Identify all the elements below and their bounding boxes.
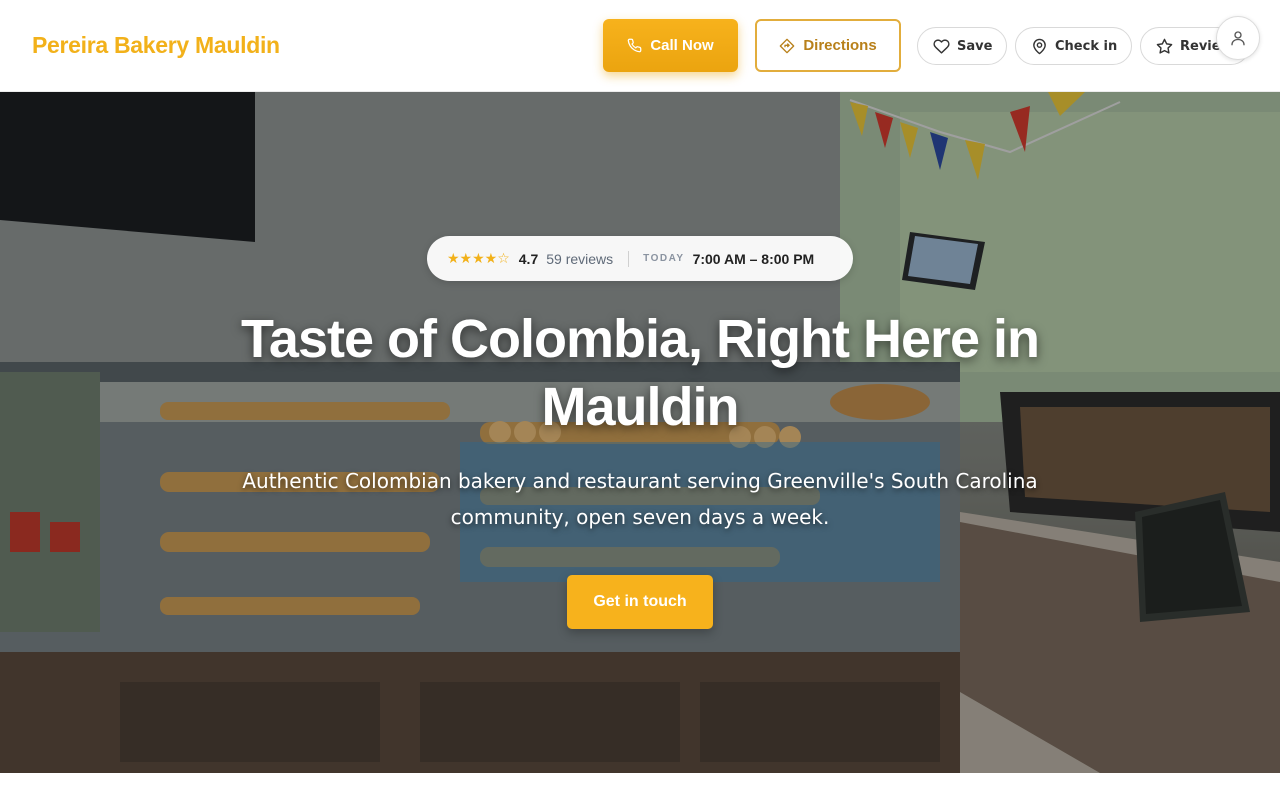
call-now-label: Call Now [650, 37, 714, 54]
account-button[interactable] [1216, 16, 1260, 60]
directions-icon [779, 38, 795, 53]
check-in-button[interactable]: Check in [1015, 27, 1132, 65]
user-icon [1231, 31, 1245, 46]
hero-subtitle: Authentic Colombian bakery and restauran… [242, 469, 1038, 529]
phone-icon [628, 38, 642, 53]
rating-hours-pill: ★★★★☆ 4.7 59 reviews TODAY 7:00 AM – 8:0… [427, 236, 853, 281]
site-header: Pereira Bakery Mauldin Call Now Directio… [0, 0, 1280, 92]
directions-button[interactable]: Directions [755, 19, 901, 72]
opening-hours: 7:00 AM – 8:00 PM [692, 250, 815, 267]
check-in-label: Check in [1055, 38, 1118, 54]
star-icon [1156, 38, 1173, 54]
brand-name[interactable]: Pereira Bakery Mauldin [32, 32, 280, 59]
call-now-button[interactable]: Call Now [603, 19, 738, 72]
get-in-touch-button[interactable]: Get in touch [567, 575, 713, 629]
hero-headline: Taste of Colombia, Right Here in Mauldin [240, 309, 1040, 437]
map-pin-icon [1033, 38, 1046, 54]
heart-icon [933, 38, 950, 54]
today-label: TODAY [643, 253, 685, 264]
hero-section: ★★★★☆ 4.7 59 reviews TODAY 7:00 AM – 8:0… [0, 92, 1280, 773]
save-button[interactable]: Save [917, 27, 1007, 65]
pill-divider [628, 250, 630, 267]
review-count[interactable]: 59 reviews [546, 251, 613, 267]
star-rating-icon: ★★★★☆ [447, 250, 510, 267]
directions-label: Directions [803, 37, 877, 54]
save-label: Save [957, 38, 993, 54]
rating-value: 4.7 [518, 250, 539, 267]
